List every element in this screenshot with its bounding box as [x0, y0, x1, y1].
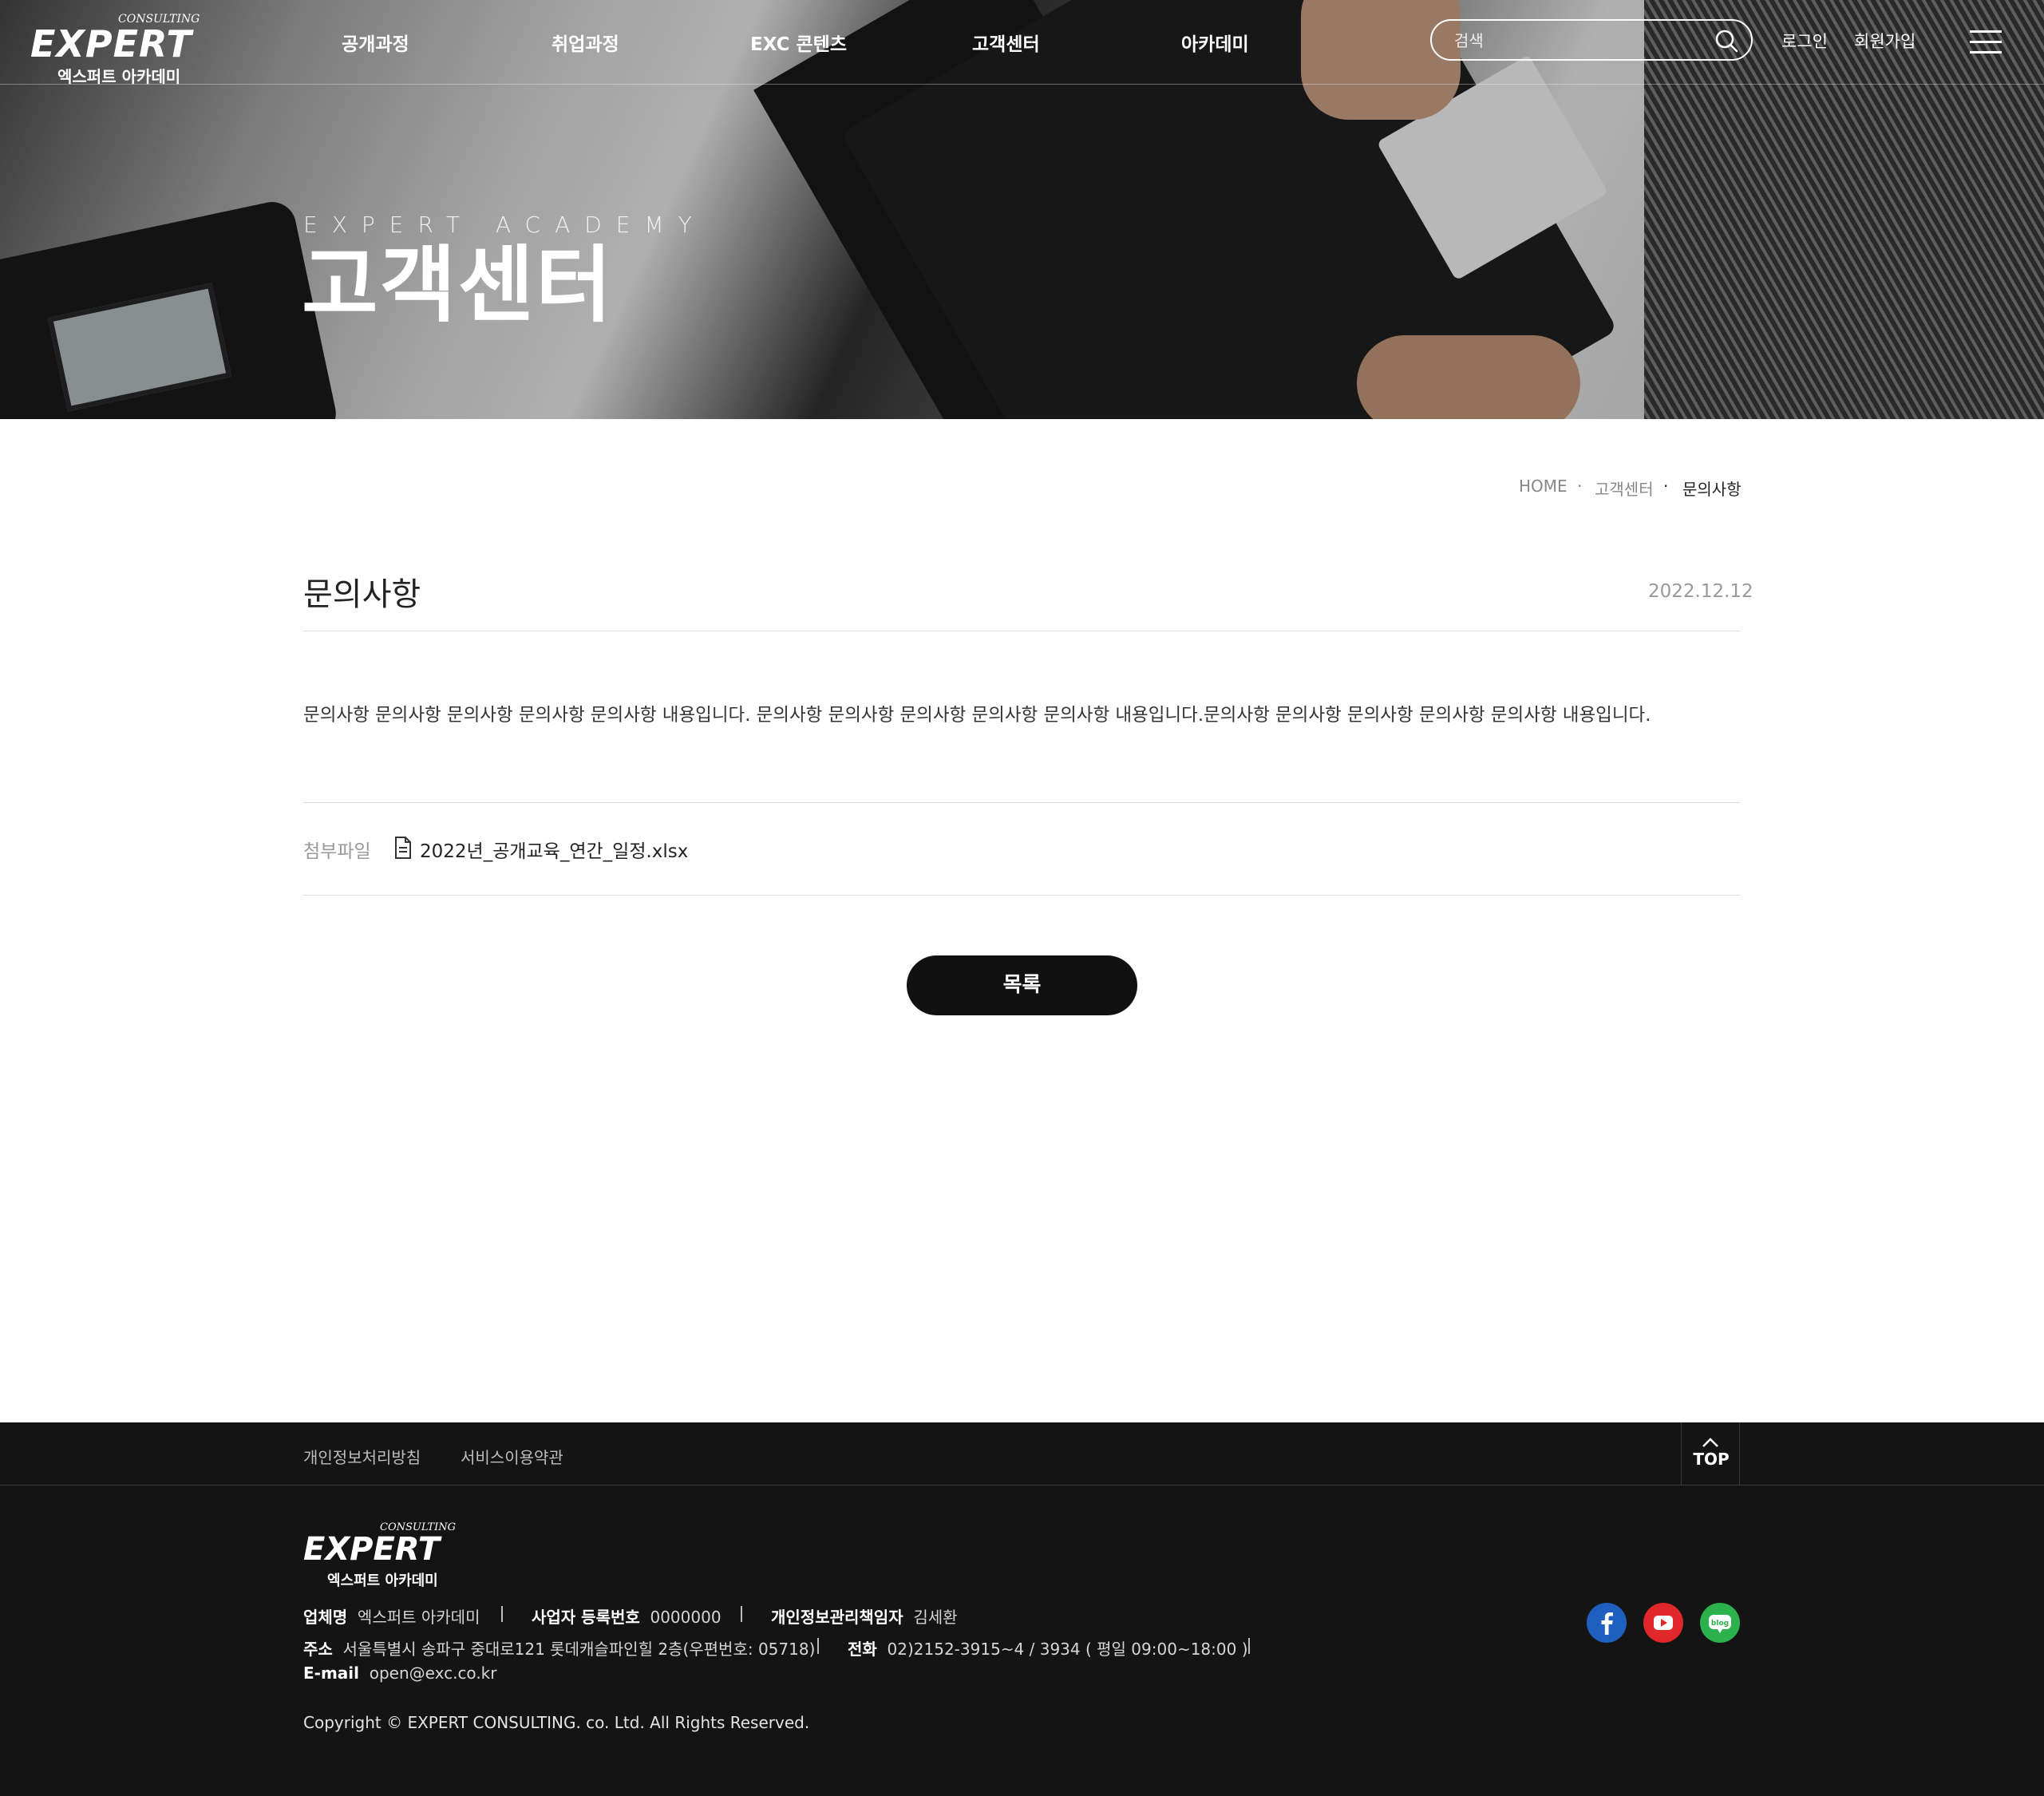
- copyright: Copyright © EXPERT CONSULTING. co. Ltd. …: [303, 1713, 810, 1732]
- logo-wordmark: EXPERT: [30, 22, 192, 65]
- file-icon: [395, 837, 411, 859]
- attachment-label: 첨부파일: [303, 841, 371, 862]
- attachment-file-link[interactable]: 2022년_공개교육_연간_일정.xlsx: [420, 836, 688, 863]
- blog-icon[interactable]: blog: [1700, 1603, 1740, 1643]
- bizno-value: 0000000: [650, 1608, 722, 1627]
- privacy-policy-link[interactable]: 개인정보처리방침: [303, 1445, 421, 1468]
- logo-wordmark: EXPERT: [303, 1531, 441, 1568]
- nav-item-customer-center[interactable]: 고객센터: [972, 29, 1040, 56]
- privacy-officer-name: 김세환: [913, 1608, 958, 1627]
- search-input[interactable]: [1453, 29, 1692, 53]
- bizno-label: 사업자 등록번호: [532, 1608, 640, 1627]
- hero-overlay: [0, 0, 2044, 419]
- divider: [303, 802, 1740, 803]
- breadcrumb-separator: ·: [1577, 477, 1583, 496]
- nav-item-open-course[interactable]: 공개과정: [342, 29, 409, 56]
- nav-item-job-course[interactable]: 취업과정: [552, 29, 619, 56]
- bizno-info: 사업자 등록번호 0000000: [532, 1604, 722, 1628]
- company-info: 업체명 엑스퍼트 아카데미: [303, 1604, 480, 1628]
- breadcrumb-home[interactable]: HOME: [1519, 477, 1568, 496]
- breadcrumb-current: 문의사항: [1682, 480, 1742, 499]
- signup-link[interactable]: 회원가입: [1854, 29, 1916, 53]
- email-info: E-mail open@exc.co.kr: [303, 1663, 496, 1683]
- breadcrumb-customer-center[interactable]: 고객센터: [1595, 477, 1654, 500]
- privacy-officer-info: 개인정보관리책임자 김세환: [771, 1604, 958, 1628]
- article-body: 문의사항 문의사항 문의사항 문의사항 문의사항 내용입니다. 문의사항 문의사…: [303, 705, 1651, 726]
- address-info: 주소 서울특별시 송파구 중대로121 롯데캐슬파인힐 2층(우편번호: 057…: [303, 1636, 815, 1660]
- facebook-icon[interactable]: [1587, 1603, 1627, 1643]
- hero-banner: EXPERT ACADEMY 고객센터: [0, 0, 2044, 419]
- email-value: open@exc.co.kr: [369, 1663, 497, 1683]
- youtube-icon[interactable]: [1643, 1603, 1683, 1643]
- privacy-officer-label: 개인정보관리책임자: [771, 1608, 903, 1627]
- divider: [501, 1606, 503, 1622]
- phone-value: 02)2152-3915~4 / 3934 ( 평일 09:00~18:00 ): [887, 1640, 1248, 1659]
- divider: [741, 1606, 742, 1622]
- nav-item-academy[interactable]: 아카데미: [1181, 29, 1249, 56]
- article-date: 2022.12.12: [1648, 581, 1753, 602]
- site-logo[interactable]: CONSULTING EXPERT 엑스퍼트 아카데미: [29, 11, 204, 86]
- phone-label: 전화: [848, 1640, 877, 1659]
- divider: [1248, 1638, 1250, 1654]
- search-box: [1430, 19, 1753, 61]
- nav-item-exc-contents[interactable]: EXC 콘텐츠: [750, 29, 847, 56]
- company-name: 엑스퍼트 아카데미: [357, 1608, 480, 1627]
- company-label: 업체명: [303, 1608, 348, 1627]
- divider: [303, 895, 1740, 896]
- hero-title: 고객센터: [302, 236, 614, 334]
- header-divider: [0, 84, 2044, 85]
- blog-icon-label: blog: [1711, 1620, 1729, 1628]
- login-link[interactable]: 로그인: [1781, 29, 1828, 53]
- hamburger-menu-icon[interactable]: [1970, 30, 2002, 54]
- hero-subtitle: EXPERT ACADEMY: [303, 212, 706, 238]
- address-label: 주소: [303, 1640, 333, 1659]
- logo-name: 엑스퍼트 아카데미: [57, 67, 181, 86]
- address-value: 서울특별시 송파구 중대로121 롯데캐슬파인힐 2층(우편번호: 05718): [342, 1640, 816, 1659]
- top-button[interactable]: TOP: [1681, 1422, 1740, 1485]
- divider: [817, 1638, 819, 1654]
- list-button[interactable]: 목록: [907, 955, 1137, 1015]
- email-label: E-mail: [303, 1663, 360, 1683]
- breadcrumb-separator: ·: [1663, 477, 1669, 496]
- search-icon[interactable]: [1714, 29, 1738, 53]
- phone-info: 전화 02)2152-3915~4 / 3934 ( 평일 09:00~18:0…: [848, 1636, 1248, 1660]
- article-title: 문의사항: [303, 576, 421, 613]
- logo-name: 엑스퍼트 아카데미: [327, 1572, 438, 1589]
- footer-logo: CONSULTING EXPERT 엑스퍼트 아카데미: [302, 1520, 461, 1589]
- terms-of-service-link[interactable]: 서비스이용약관: [461, 1445, 563, 1468]
- top-button-label: TOP: [1693, 1450, 1730, 1469]
